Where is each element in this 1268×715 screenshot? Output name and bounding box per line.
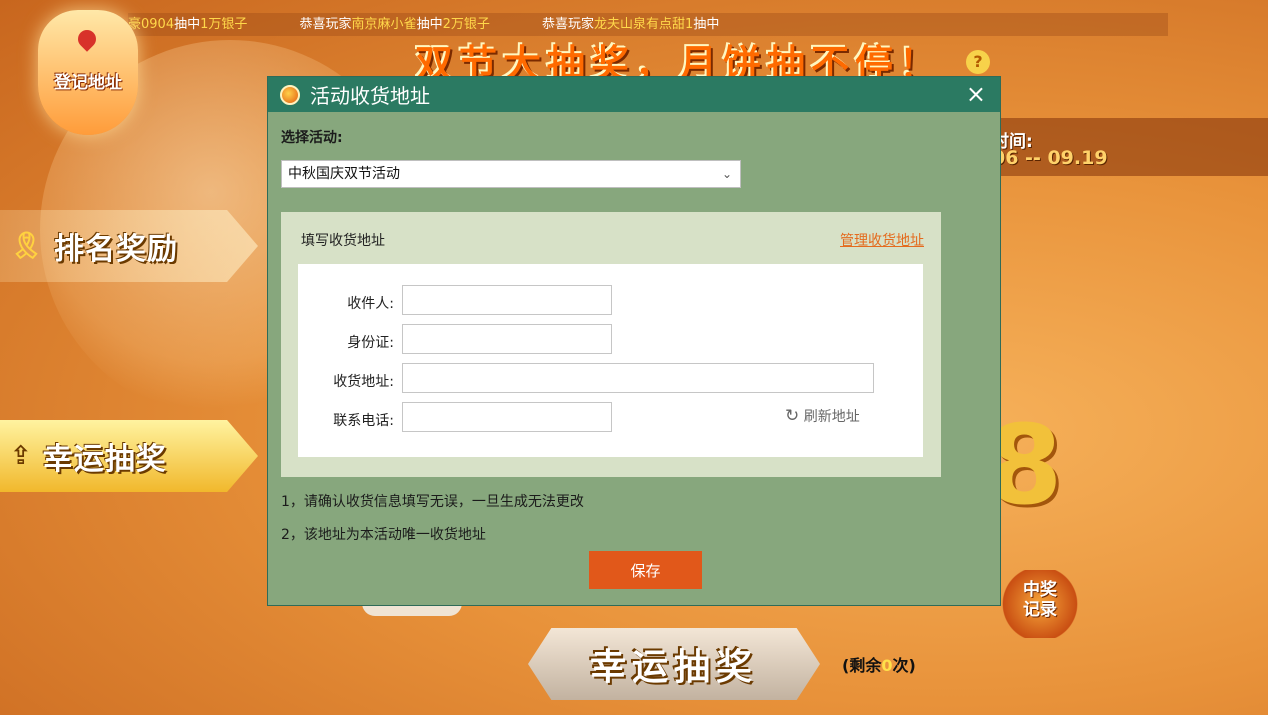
phone-label: 联系电话: (333, 413, 394, 429)
shipping-address-dialog: 活动收货地址 × 选择活动: 中秋国庆双节活动 ⌄ 填写收货地址 管理收货地址 … (267, 76, 1001, 606)
lucky-draw-tab[interactable]: ⇪ 幸运抽奖 (0, 420, 258, 492)
id-card-input[interactable] (402, 324, 612, 354)
game-logo-icon (280, 84, 300, 105)
dialog-header: 活动收货地址 × (268, 77, 1000, 112)
help-icon[interactable]: ? (966, 50, 990, 74)
prize-record-line2: 记录 (1023, 600, 1057, 620)
id-card-label: 身份证: (347, 335, 394, 351)
refresh-address-button[interactable]: ↻ 刷新地址 (785, 406, 860, 426)
chevron-down-icon: ⌄ (721, 167, 732, 181)
remaining-draws: (剩余0次) (842, 656, 916, 675)
address-input[interactable] (402, 363, 874, 393)
address-panel: 填写收货地址 管理收货地址 收件人: 身份证: 收货地址: 联系电话: ↻ 刷新… (281, 212, 941, 477)
address-label: 收货地址: (333, 374, 394, 390)
ticker-item: 恭喜玩家龙夫山泉有点甜1抽中 (542, 17, 720, 32)
rank-rewards-label: 排名奖励 (54, 232, 179, 267)
location-pin-icon (74, 26, 100, 52)
recipient-label: 收件人: (347, 296, 394, 312)
dialog-title: 活动收货地址 (310, 84, 430, 108)
ticker-item: 豪0904抽中1万银子 (128, 17, 248, 32)
manage-address-link[interactable]: 管理收货地址 (840, 230, 924, 250)
phone-input[interactable] (402, 402, 612, 432)
address-panel-title: 填写收货地址 (301, 233, 385, 249)
select-activity-label: 选择活动: (281, 130, 343, 146)
save-button[interactable]: 保存 (589, 551, 702, 589)
remaining-count: 0 (881, 656, 893, 675)
ticker-item: 恭喜玩家南京麻小雀抽中2万银子 (299, 17, 490, 32)
share-box-icon: ⇪ (10, 441, 33, 471)
register-address-label: 登记地址 (54, 73, 122, 93)
recipient-input[interactable] (402, 285, 612, 315)
rank-rewards-button[interactable]: 🎗 排名奖励 (0, 210, 258, 282)
activity-time-value: 06 -- 09.19 (992, 147, 1108, 169)
refresh-icon: ↻ (785, 406, 800, 426)
prize-record-button[interactable]: 中奖 记录 (1000, 570, 1080, 638)
lucky-draw-tab-label: 幸运抽奖 (42, 442, 167, 477)
prize-record-line1: 中奖 (1023, 580, 1057, 600)
medal-icon: 🎗 (10, 231, 45, 261)
lucky-draw-button[interactable]: 幸运抽奖 (528, 628, 820, 700)
winners-ticker: 豪0904抽中1万银子 恭喜玩家南京麻小雀抽中2万银子 恭喜玩家龙夫山泉有点甜1… (128, 13, 1168, 36)
event-title: 双节大抽奖，月饼抽不停！ (415, 42, 944, 76)
activity-select[interactable]: 中秋国庆双节活动 ⌄ (281, 160, 741, 188)
note-line: 1，请确认收货信息填写无误，一旦生成无法更改 (281, 494, 584, 510)
refresh-address-label: 刷新地址 (803, 409, 860, 425)
activity-select-value: 中秋国庆双节活动 (288, 166, 400, 182)
register-address-lantern[interactable]: 登记地址 (38, 10, 138, 135)
close-icon[interactable]: × (966, 81, 986, 107)
note-line: 2，该地址为本活动唯一收货地址 (281, 527, 486, 543)
address-form: 收件人: 身份证: 收货地址: 联系电话: ↻ 刷新地址 (298, 264, 923, 457)
